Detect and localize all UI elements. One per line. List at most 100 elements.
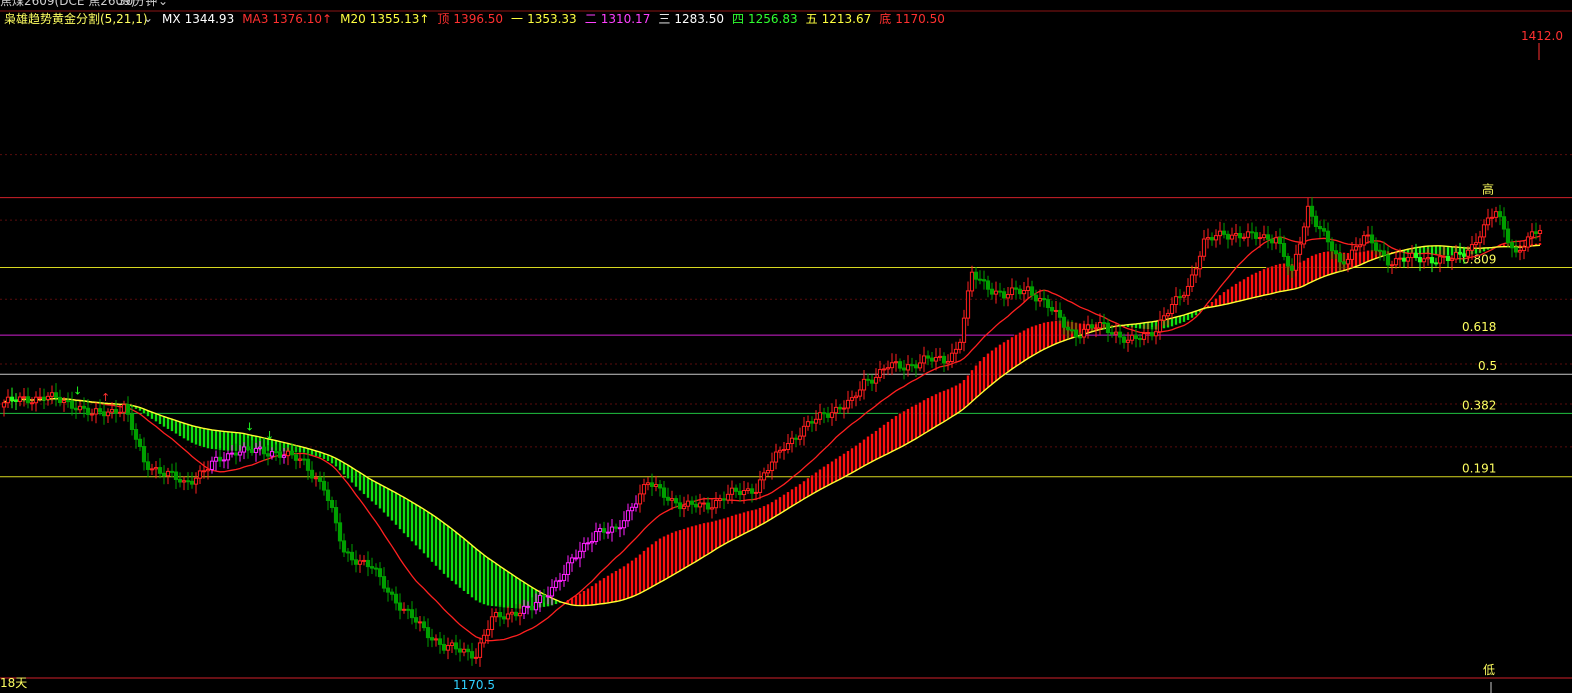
ribbon-bar [1006,339,1010,373]
candle-body [97,408,103,413]
candle-body [1229,234,1235,240]
candle-body [249,448,255,453]
ribbon-bar [898,412,902,448]
candle-body [709,507,715,510]
candle-body [533,602,539,611]
candle-body [929,357,935,362]
candle-body [197,470,203,479]
period-chevron-down-icon[interactable]: ⌄ [158,0,168,8]
candle-body [1465,249,1471,257]
ribbon-bar [798,483,802,502]
candle-body [1517,250,1523,253]
ribbon-bar [694,524,698,562]
candle-body [1397,257,1403,260]
ribbon-bar [710,521,714,552]
candle-body [13,399,19,402]
ribbon-bar [642,550,646,592]
candle-body [417,621,423,624]
sell-signal-arrow-icon: ↓ [73,385,82,398]
ribbon-bar [734,513,738,539]
candle-body [1149,332,1155,337]
ribbon-bar [474,548,478,601]
ribbon-bar [1278,263,1282,292]
candle-body [721,498,727,501]
candle-body [1081,328,1087,338]
indicator-value: 1353.33 [527,12,577,26]
ribbon-bar [1250,274,1254,299]
ribbon-bar [742,511,746,535]
candle-body [617,527,623,530]
candle-body [1385,254,1391,266]
candle-body [1073,329,1079,338]
max-price-label: 1412.0 [1521,29,1563,43]
candle-body [237,451,243,456]
ribbon-bar [342,462,346,476]
candle-body [565,562,571,575]
candle-body [1221,230,1227,235]
ribbon-bar [754,508,758,528]
candle-body [705,502,711,510]
candle-body [553,580,559,588]
candle-body [809,421,815,424]
ribbon-bar [630,560,634,598]
indicator-value: 1344.93 [185,12,235,26]
candle-body [913,364,919,369]
candle-body [509,611,515,615]
candle-body [125,404,131,415]
ribbon-bar [1266,267,1270,295]
symbol-title[interactable]: 焦煤2609(DCE 焦2609) [0,0,135,8]
candle-body [1025,286,1031,291]
candle-body [1273,237,1279,244]
candle-body [181,480,187,483]
candle-body [977,278,983,281]
ribbon-bar [378,484,382,510]
candle-body [637,493,643,505]
candle-body [869,379,875,384]
ribbon-bar [158,414,162,425]
ribbon-bar [730,515,734,541]
candle-body [1445,255,1451,262]
candle-body [89,413,95,416]
candle-body [369,566,375,569]
candle-body [1357,244,1363,248]
candlestick-chart[interactable]: 高0.8090.6180.50.3820.191低 1412.01170.518… [0,0,1572,693]
ribbon-bar [950,386,954,417]
ribbon-bar [394,492,398,526]
ribbon-bar [1230,286,1234,304]
candle-body [1185,285,1191,296]
candle-body [601,528,607,533]
candle-body [969,271,975,292]
ribbon-bar [1138,323,1142,330]
period-selector[interactable]: 30分钟 [118,0,157,8]
candle-body [1433,262,1439,265]
candle-body [673,498,679,504]
candle-body [373,567,379,570]
candle-body [1529,231,1535,238]
ribbon-bar [698,523,702,560]
indicator-chevron-down-icon[interactable]: ⌄ [143,11,153,25]
indicator-name[interactable]: 枭雄趋势黄金分割(5,21,1) [4,11,148,26]
candle-body [1133,334,1139,340]
ribbon-bar [702,522,706,557]
candle-body [9,396,15,401]
ribbon-bar [846,450,850,476]
candle-body [157,467,163,474]
candle-body [1497,211,1503,218]
candle-body [1393,258,1399,266]
candle-body [193,477,199,485]
candle-body [921,355,927,364]
candle-body [561,573,567,581]
candle-body [885,367,891,370]
ribbon-bar [886,421,890,454]
sell-signal-arrow-icon: ↓ [265,429,274,442]
candle-body [1137,338,1143,341]
candle-body [461,648,467,653]
candle-body [1341,261,1347,265]
candle-body [537,595,543,604]
candle-body [761,472,767,481]
ribbon-bar [214,430,218,450]
candle-body [325,489,331,502]
ribbon-bar [866,435,870,465]
ribbon-bar [226,431,230,452]
candle-body [1057,309,1063,318]
